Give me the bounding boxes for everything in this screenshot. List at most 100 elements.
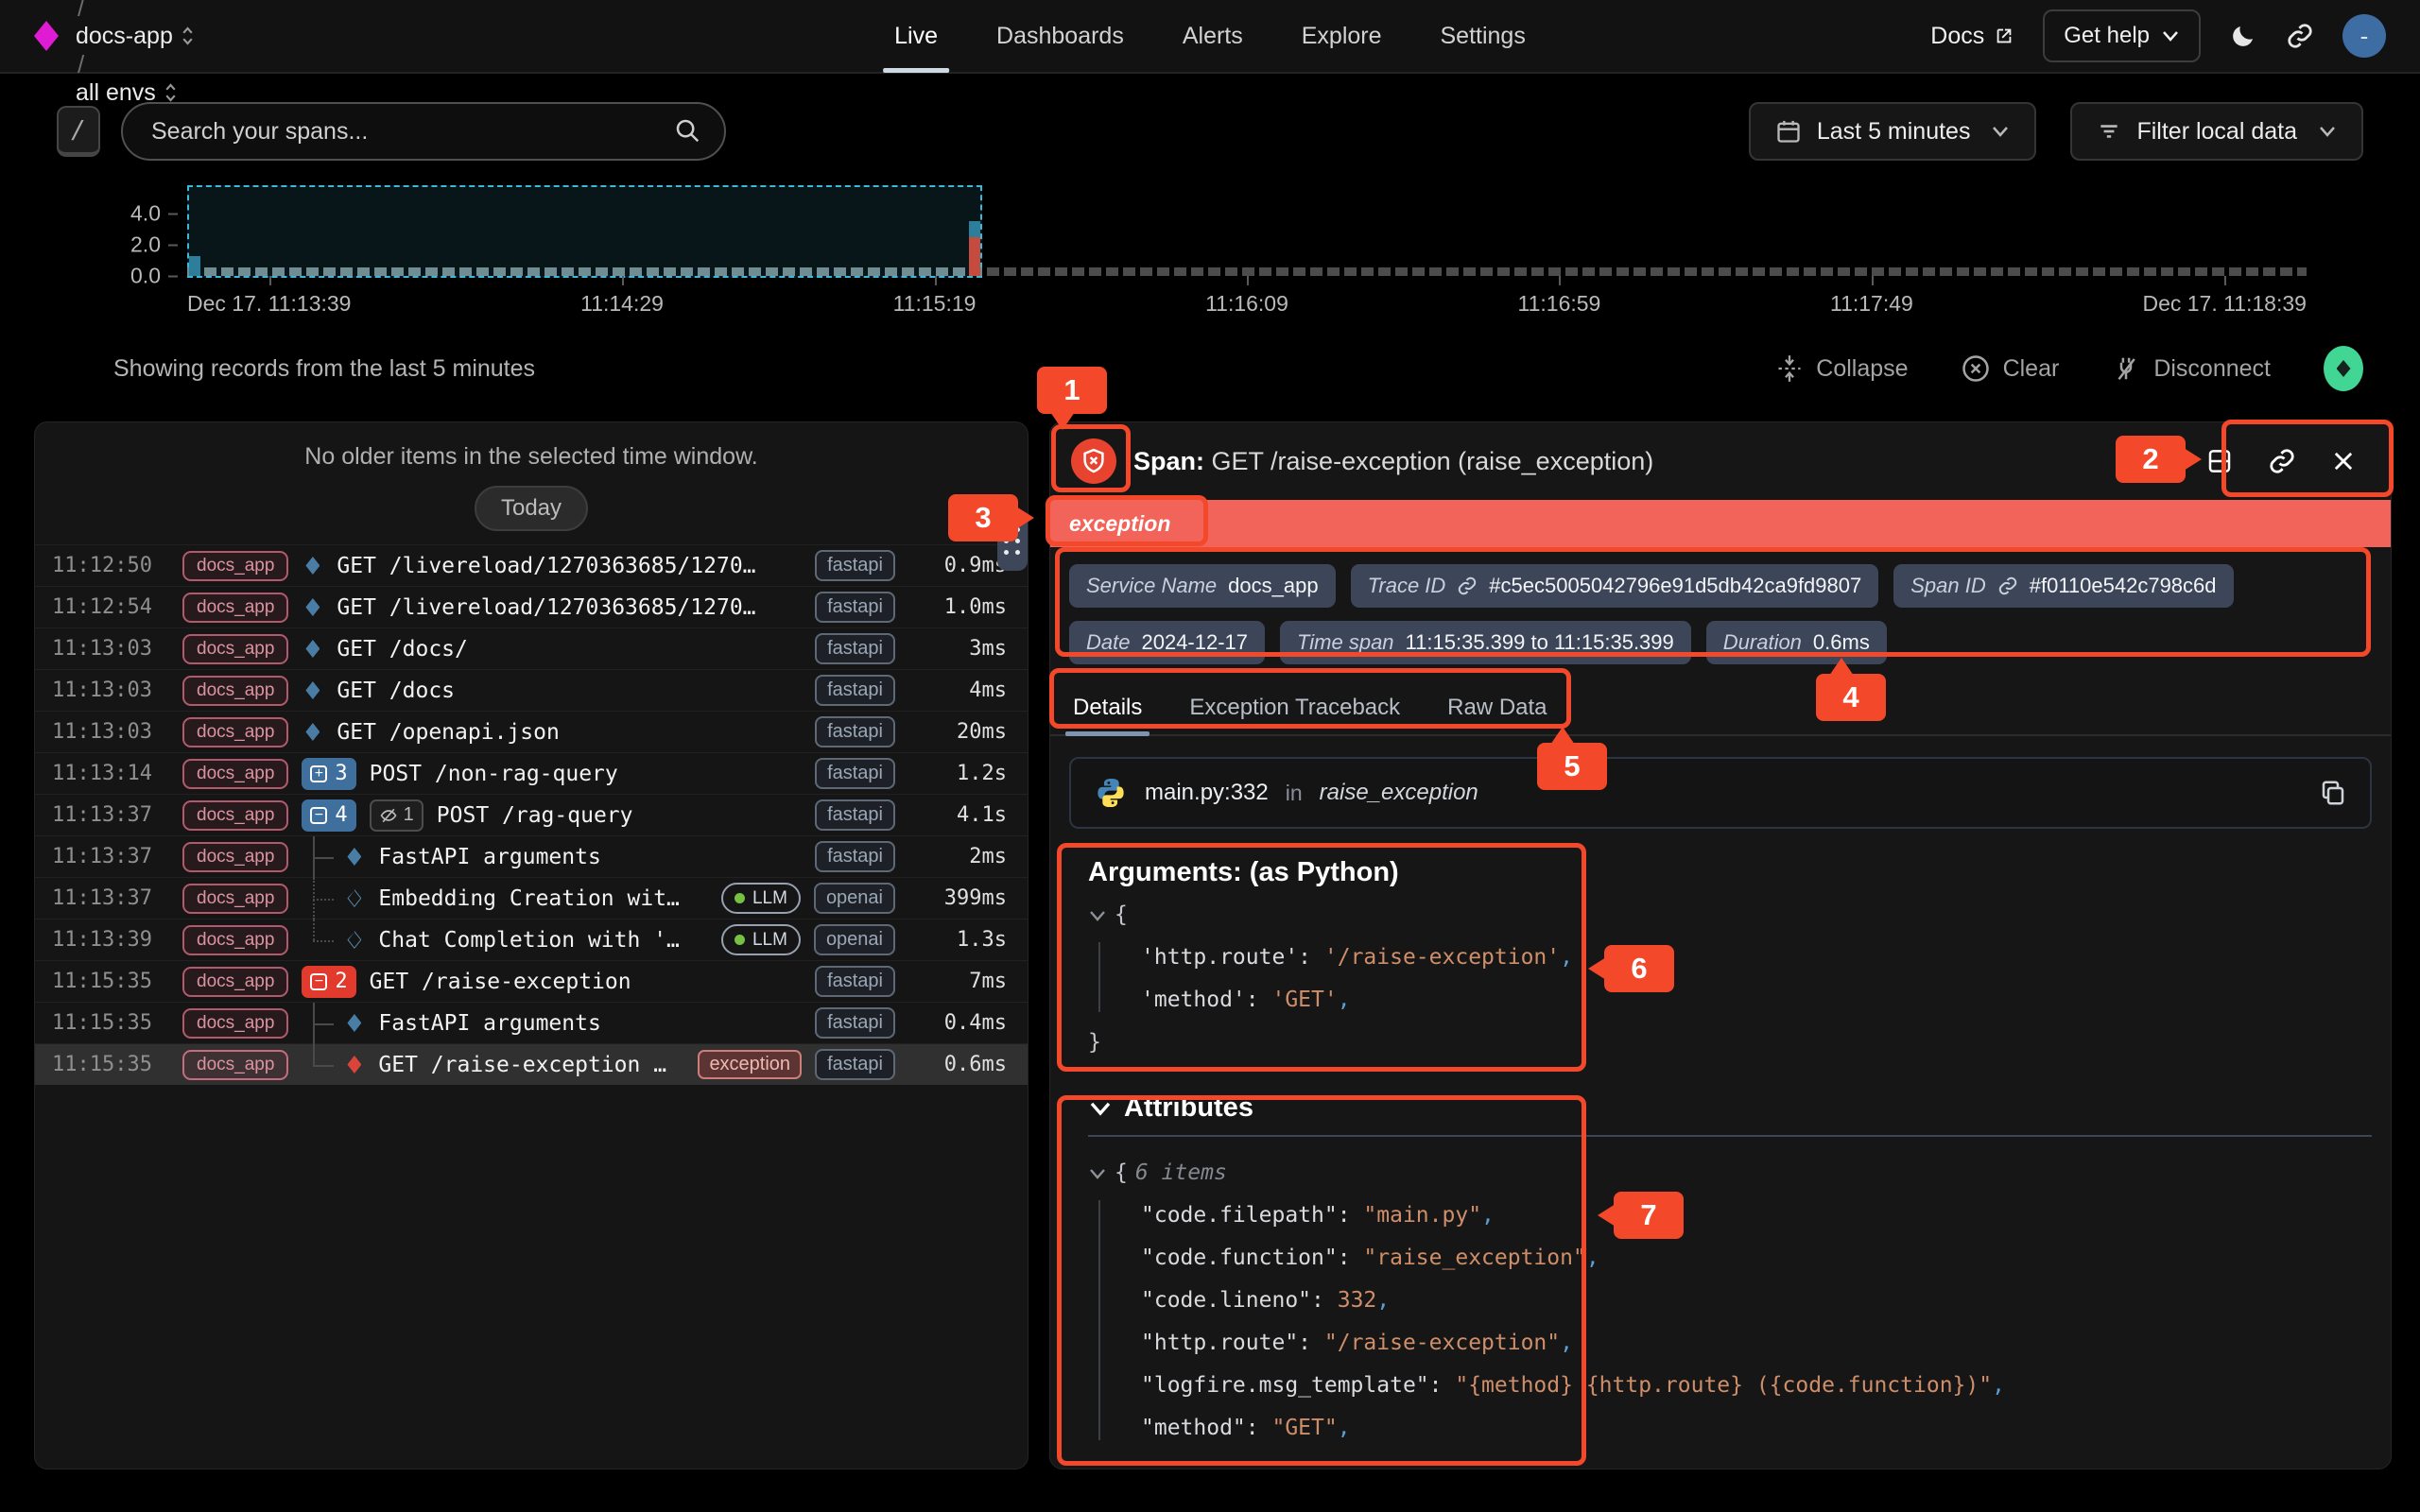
empty-notice: No older items in the selected time wind… xyxy=(35,422,1028,471)
tab-details[interactable]: Details xyxy=(1071,685,1144,734)
service-badge: docs_app xyxy=(182,884,288,914)
table-row[interactable]: 11:13:03docs_appGET /openapi.jsonfastapi… xyxy=(35,711,1028,752)
service-badge: docs_app xyxy=(182,593,288,623)
row-timestamp: 11:13:03 xyxy=(52,637,169,661)
avatar[interactable]: - xyxy=(2342,14,2386,58)
attributes-code: { 6 items"code.filepath": "main.py","cod… xyxy=(1088,1152,2391,1450)
copy-span-link-button[interactable] xyxy=(2268,447,2296,475)
span-name: GET /raise-exception … xyxy=(378,1053,684,1077)
diamond-filled-icon xyxy=(305,723,320,741)
dock-panel-button[interactable] xyxy=(2205,447,2234,475)
nav-tab-explore[interactable]: Explore xyxy=(1302,0,1382,73)
span-duration: 1.0ms xyxy=(908,595,1007,619)
row-timestamp: 11:13:03 xyxy=(52,679,169,702)
disconnect-label: Disconnect xyxy=(2153,355,2271,383)
collapse-chevron-icon[interactable] xyxy=(1088,1167,1107,1180)
row-timestamp: 11:13:14 xyxy=(52,762,169,785)
tab-exception-traceback[interactable]: Exception Traceback xyxy=(1187,685,1402,734)
span-name: GET /livereload/1270363685/1270… xyxy=(337,554,802,578)
table-row[interactable]: 11:13:37docs_appEmbedding Creation wit…L… xyxy=(35,877,1028,919)
close-detail-button[interactable] xyxy=(2330,448,2357,474)
children-count-badge[interactable]: +3 xyxy=(302,758,355,790)
meta-pill-trace-id[interactable]: Trace ID #c5ec5005042796e91d5db42ca9fd980… xyxy=(1351,564,1879,608)
collapse-chevron-icon[interactable] xyxy=(1088,909,1107,922)
span-name: GET /docs/ xyxy=(337,637,802,662)
tab-raw-data[interactable]: Raw Data xyxy=(1445,685,1548,734)
children-count-badge[interactable]: −2 xyxy=(302,966,355,998)
x-axis-label: 11:14:29 xyxy=(580,291,664,317)
hidden-spans-badge[interactable]: 1 xyxy=(370,799,424,832)
breadcrumb-item-docs-app[interactable]: docs-app xyxy=(76,23,239,50)
children-count: 3 xyxy=(335,762,347,785)
y-axis-tick: 0.0 xyxy=(130,264,187,289)
row-timestamp: 11:13:39 xyxy=(52,928,169,952)
filter-local-data-button[interactable]: Filter local data xyxy=(2070,102,2363,161)
sort-chevrons-icon xyxy=(181,26,195,46)
histogram-plot-area[interactable]: 4.02.00.0 xyxy=(187,180,2307,278)
scope-badge-fastapi: fastapi xyxy=(815,716,895,747)
span-meta-pills: Service Namedocs_appTrace ID#c5ec5005042… xyxy=(1050,547,2391,672)
meta-label: Trace ID xyxy=(1368,574,1446,598)
python-icon xyxy=(1094,776,1128,810)
span-duration: 4ms xyxy=(908,679,1007,702)
time-selection-region[interactable] xyxy=(187,185,982,278)
slash-shortcut-key: / xyxy=(57,106,100,157)
disconnect-button[interactable]: Disconnect xyxy=(2112,354,2271,383)
meta-label: Duration xyxy=(1723,630,1802,655)
clear-button[interactable]: Clear xyxy=(1962,354,2060,383)
breadcrumb-separator: / xyxy=(76,0,86,22)
table-row[interactable]: 11:13:37docs_app−41POST /rag-queryfastap… xyxy=(35,794,1028,835)
dark-mode-toggle[interactable] xyxy=(2229,22,2257,50)
children-count-badge[interactable]: −4 xyxy=(302,799,355,832)
table-row[interactable]: 11:15:35docs_appFastAPI argumentsfastapi… xyxy=(35,1002,1028,1043)
span-name: FastAPI arguments xyxy=(378,1011,802,1036)
service-badge: docs_app xyxy=(182,634,288,664)
time-range-button[interactable]: Last 5 minutes xyxy=(1749,102,2037,161)
breadcrumb: christophergs/docs-app/all envs xyxy=(34,0,239,107)
table-row[interactable]: 11:13:14docs_app+3POST /non-rag-queryfas… xyxy=(35,752,1028,794)
annotation-label-3: 3 xyxy=(948,494,1018,541)
table-row[interactable]: 11:15:35docs_app−2GET /raise-exceptionfa… xyxy=(35,960,1028,1002)
table-row[interactable]: 11:13:37docs_appFastAPI argumentsfastapi… xyxy=(35,835,1028,877)
exception-banner: exception xyxy=(1050,500,2391,547)
meta-value: #c5ec5005042796e91d5db42ca9fd9807 xyxy=(1489,574,1861,598)
search-input[interactable] xyxy=(121,102,726,161)
nav-tab-alerts[interactable]: Alerts xyxy=(1183,0,1243,73)
nav-tab-settings[interactable]: Settings xyxy=(1441,0,1526,73)
span-name: Chat Completion with '… xyxy=(378,928,708,953)
table-row[interactable]: 11:13:03docs_appGET /docsfastapi4ms xyxy=(35,669,1028,711)
span-title: Span: GET /raise-exception (raise_except… xyxy=(1133,447,1653,476)
docs-link[interactable]: Docs xyxy=(1930,23,2014,50)
collapse-button[interactable]: Collapse xyxy=(1776,354,1908,383)
arguments-heading-text: Arguments: (as Python) xyxy=(1088,857,1399,888)
time-range-label: Last 5 minutes xyxy=(1817,118,1971,146)
meta-pill-span-id[interactable]: Span ID#f0110e542c798c6d xyxy=(1893,564,2233,608)
span-duration: 1.2s xyxy=(908,762,1007,785)
search-wrap xyxy=(121,102,726,161)
copy-source-button[interactable] xyxy=(2319,779,2347,807)
bar-segment-spans xyxy=(969,221,980,237)
chevron-down-icon xyxy=(2161,29,2180,43)
row-timestamp: 11:12:54 xyxy=(52,595,169,619)
x-axis-label: 11:15:19 xyxy=(893,291,977,317)
table-row[interactable]: 11:12:50docs_appGET /livereload/12703636… xyxy=(35,544,1028,586)
table-row[interactable]: 11:13:03docs_appGET /docs/fastapi3ms xyxy=(35,627,1028,669)
link-icon xyxy=(1457,576,1478,596)
search-icon xyxy=(673,116,701,145)
nav-tab-live[interactable]: Live xyxy=(894,0,938,73)
connection-status-indicator[interactable] xyxy=(2324,346,2363,391)
share-link-button[interactable] xyxy=(2286,22,2314,50)
histogram-bar-1 xyxy=(969,221,980,276)
nav-tab-dashboards[interactable]: Dashboards xyxy=(996,0,1124,73)
span-list-panel: No older items in the selected time wind… xyxy=(34,421,1028,1469)
today-button[interactable]: Today xyxy=(475,486,588,531)
table-row[interactable]: 11:15:35docs_appGET /raise-exception …ex… xyxy=(35,1043,1028,1085)
table-row[interactable]: 11:12:54docs_appGET /livereload/12703636… xyxy=(35,586,1028,627)
chevron-down-icon xyxy=(2318,125,2337,138)
spans-histogram[interactable]: 4.02.00.0 Dec 17. 11:13:3911:14:2911:15:… xyxy=(113,180,2307,321)
logfire-logo-icon[interactable] xyxy=(34,21,59,51)
table-row[interactable]: 11:13:39docs_appChat Completion with '…L… xyxy=(35,919,1028,960)
attributes-heading[interactable]: Attributes xyxy=(1088,1092,2391,1124)
code-line: 'method': 'GET', xyxy=(1141,979,2391,1022)
get-help-button[interactable]: Get help xyxy=(2043,9,2201,62)
